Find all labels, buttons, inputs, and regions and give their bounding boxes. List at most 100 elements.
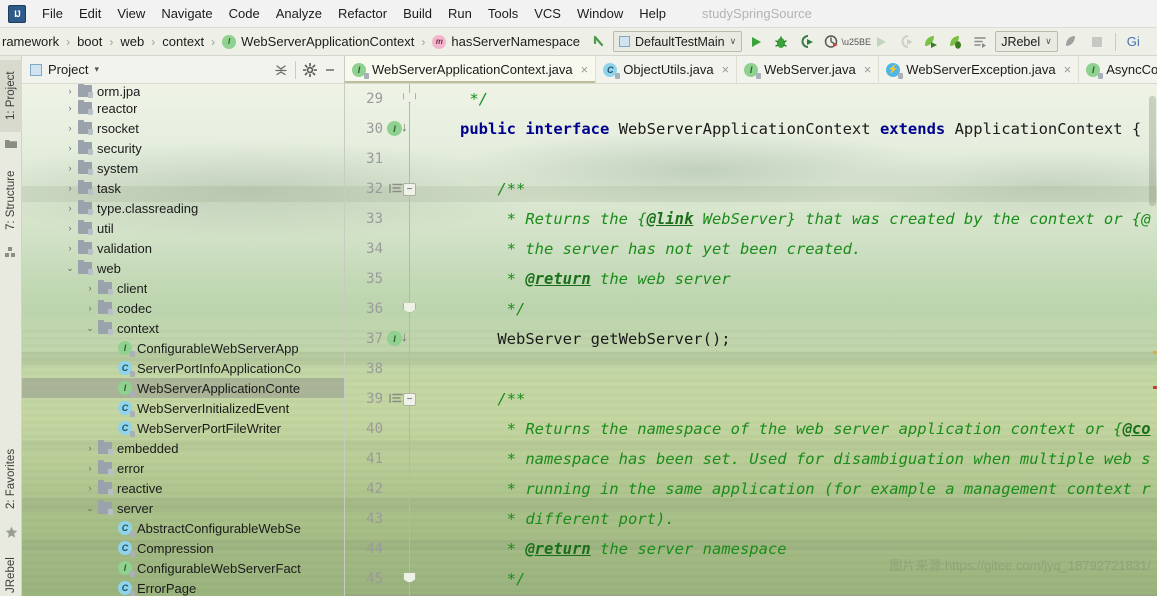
jrebel-run-button[interactable]	[920, 31, 942, 53]
chevron-right-icon[interactable]: ›	[64, 222, 76, 234]
menu-item-tools[interactable]: Tools	[480, 2, 526, 25]
chevron-down-icon[interactable]: ⌄	[84, 322, 96, 334]
chevron-right-icon[interactable]: ›	[84, 462, 96, 474]
show-queue-button[interactable]	[970, 31, 992, 53]
code-line[interactable]: 42 * running in the same application (fo…	[345, 474, 1157, 504]
editor-gutter[interactable]: I↓	[387, 114, 445, 144]
jrebel-debug-button[interactable]	[945, 31, 967, 53]
tree-item[interactable]: ⌄ context	[22, 318, 344, 338]
chevron-right-icon[interactable]: ›	[64, 122, 76, 134]
close-icon[interactable]: ×	[1064, 62, 1072, 77]
editor-tab[interactable]: ⚡ WebServerException.java ×	[879, 56, 1080, 83]
chevron-right-icon[interactable]: ›	[64, 202, 76, 214]
chevron-right-icon[interactable]: ›	[84, 282, 96, 294]
rerun-button[interactable]	[870, 31, 892, 53]
project-tree[interactable]: › orm.jpa › reactor › rsocket › security › system…	[22, 84, 344, 596]
editor-gutter[interactable]	[389, 354, 445, 384]
editor-gutter[interactable]	[389, 294, 445, 324]
run-with-coverage-button[interactable]	[795, 31, 817, 53]
editor-gutter[interactable]: I↓	[387, 324, 445, 354]
code-line[interactable]: 38	[345, 354, 1157, 384]
profile-dropdown-icon[interactable]: \u25BE	[841, 31, 871, 53]
code-line[interactable]: 39 /**	[345, 384, 1157, 414]
navigate-back-icon[interactable]	[588, 31, 610, 53]
code-line[interactable]: 30 I ↓ public interface WebServerApplicatio…	[345, 114, 1157, 144]
editor-gutter[interactable]	[389, 444, 445, 474]
code-line[interactable]: 43 * different port).	[345, 504, 1157, 534]
menu-item-code[interactable]: Code	[221, 2, 268, 25]
breadcrumb-item-boot[interactable]: boot	[75, 34, 104, 49]
close-icon[interactable]: ×	[864, 62, 872, 77]
tree-item[interactable]: I ConfigurableWebServerFact	[22, 558, 344, 578]
fold-collapse-icon[interactable]: −	[403, 393, 416, 406]
tree-item[interactable]: › client	[22, 278, 344, 298]
tree-item[interactable]: › security	[22, 138, 344, 158]
sidebar-tab-structure[interactable]: 7: Structure	[0, 160, 22, 240]
menu-item-analyze[interactable]: Analyze	[268, 2, 330, 25]
editor-gutter[interactable]	[389, 534, 445, 564]
editor-gutter[interactable]	[389, 414, 445, 444]
stop-button[interactable]	[1086, 31, 1108, 53]
tree-item[interactable]: C ErrorPage	[22, 578, 344, 596]
chevron-right-icon[interactable]: ›	[84, 302, 96, 314]
editor-gutter[interactable]	[389, 564, 445, 594]
sidebar-tab-project[interactable]: 1: Project	[0, 60, 22, 132]
editor-tab[interactable]: C ObjectUtils.java ×	[596, 56, 738, 83]
fold-collapse-icon[interactable]: −	[403, 183, 416, 196]
code-line[interactable]: 45 */	[345, 564, 1157, 594]
menu-item-run[interactable]: Run	[440, 2, 480, 25]
chevron-right-icon[interactable]: ›	[64, 142, 76, 154]
run-button[interactable]	[745, 31, 767, 53]
tree-item[interactable]: › type.classreading	[22, 198, 344, 218]
menu-item-help[interactable]: Help	[631, 2, 674, 25]
editor-gutter[interactable]	[389, 204, 445, 234]
collapse-all-button[interactable]	[271, 60, 291, 80]
run-configuration-selector[interactable]: DefaultTestMain ∨	[612, 31, 743, 52]
tree-item[interactable]: › embedded	[22, 438, 344, 458]
tree-item[interactable]: › reactive	[22, 478, 344, 498]
breadcrumb-item-hasservernamespace[interactable]: m hasServerNamespace	[430, 34, 582, 49]
chevron-right-icon[interactable]: ›	[64, 162, 76, 174]
code-line[interactable]: 34 * the server has not yet been created…	[345, 234, 1157, 264]
tree-item[interactable]: I WebServerApplicationConte	[22, 378, 344, 398]
tree-item[interactable]: C WebServerInitializedEvent	[22, 398, 344, 418]
code-line[interactable]: 31	[345, 144, 1157, 174]
editor-tab[interactable]: IAsyncConte	[1079, 56, 1157, 83]
chevron-down-icon[interactable]: ⌄	[64, 262, 76, 274]
menu-item-refactor[interactable]: Refactor	[330, 2, 395, 25]
sidebar-tab-jrebel[interactable]: JRebel	[0, 546, 22, 596]
breadcrumb-item-ramework[interactable]: ramework	[0, 34, 61, 49]
tree-item[interactable]: C Compression	[22, 538, 344, 558]
editor-gutter[interactable]	[389, 474, 445, 504]
git-menu-label[interactable]: Gi	[1127, 34, 1140, 49]
code-line[interactable]: 33 * Returns the {@link WebServer} that …	[345, 204, 1157, 234]
editor-tab[interactable]: I WebServerApplicationContext.java ×	[345, 56, 597, 83]
chevron-right-icon[interactable]: ›	[64, 102, 76, 114]
chevron-right-icon[interactable]: ›	[64, 182, 76, 194]
tree-item[interactable]: C AbstractConfigurableWebSe	[22, 518, 344, 538]
breadcrumb-item-context[interactable]: context	[160, 34, 206, 49]
code-line[interactable]: 41 * namespace has been set. Used for di…	[345, 444, 1157, 474]
code-line[interactable]: 37 I ↓ WebServer getWebServer();	[345, 324, 1157, 354]
tree-item[interactable]: › validation	[22, 238, 344, 258]
javadoc-icon[interactable]	[389, 183, 403, 194]
tree-item[interactable]: › codec	[22, 298, 344, 318]
editor-gutter[interactable]	[389, 264, 445, 294]
code-view[interactable]: 29 */30 I ↓ public interface WebServerAppli…	[345, 84, 1157, 596]
tree-item[interactable]: C ServerPortInfoApplicationCo	[22, 358, 344, 378]
close-icon[interactable]: ×	[722, 62, 730, 77]
tree-item[interactable]: › reactor	[22, 98, 344, 118]
menu-item-file[interactable]: File	[34, 2, 71, 25]
code-line[interactable]: 44 * @return the server namespace	[345, 534, 1157, 564]
menu-item-navigate[interactable]: Navigate	[153, 2, 220, 25]
javadoc-icon[interactable]	[389, 393, 403, 404]
implemented-interface-icon[interactable]: I	[387, 121, 402, 136]
minimize-button[interactable]	[320, 60, 340, 80]
chevron-right-icon[interactable]: ›	[84, 482, 96, 494]
tree-item[interactable]: › rsocket	[22, 118, 344, 138]
menu-item-vcs[interactable]: VCS	[526, 2, 569, 25]
stop-coverage-button[interactable]	[895, 31, 917, 53]
profile-button[interactable]	[820, 31, 842, 53]
tree-item[interactable]: ⌄ server	[22, 498, 344, 518]
code-line[interactable]: 36 */	[345, 294, 1157, 324]
